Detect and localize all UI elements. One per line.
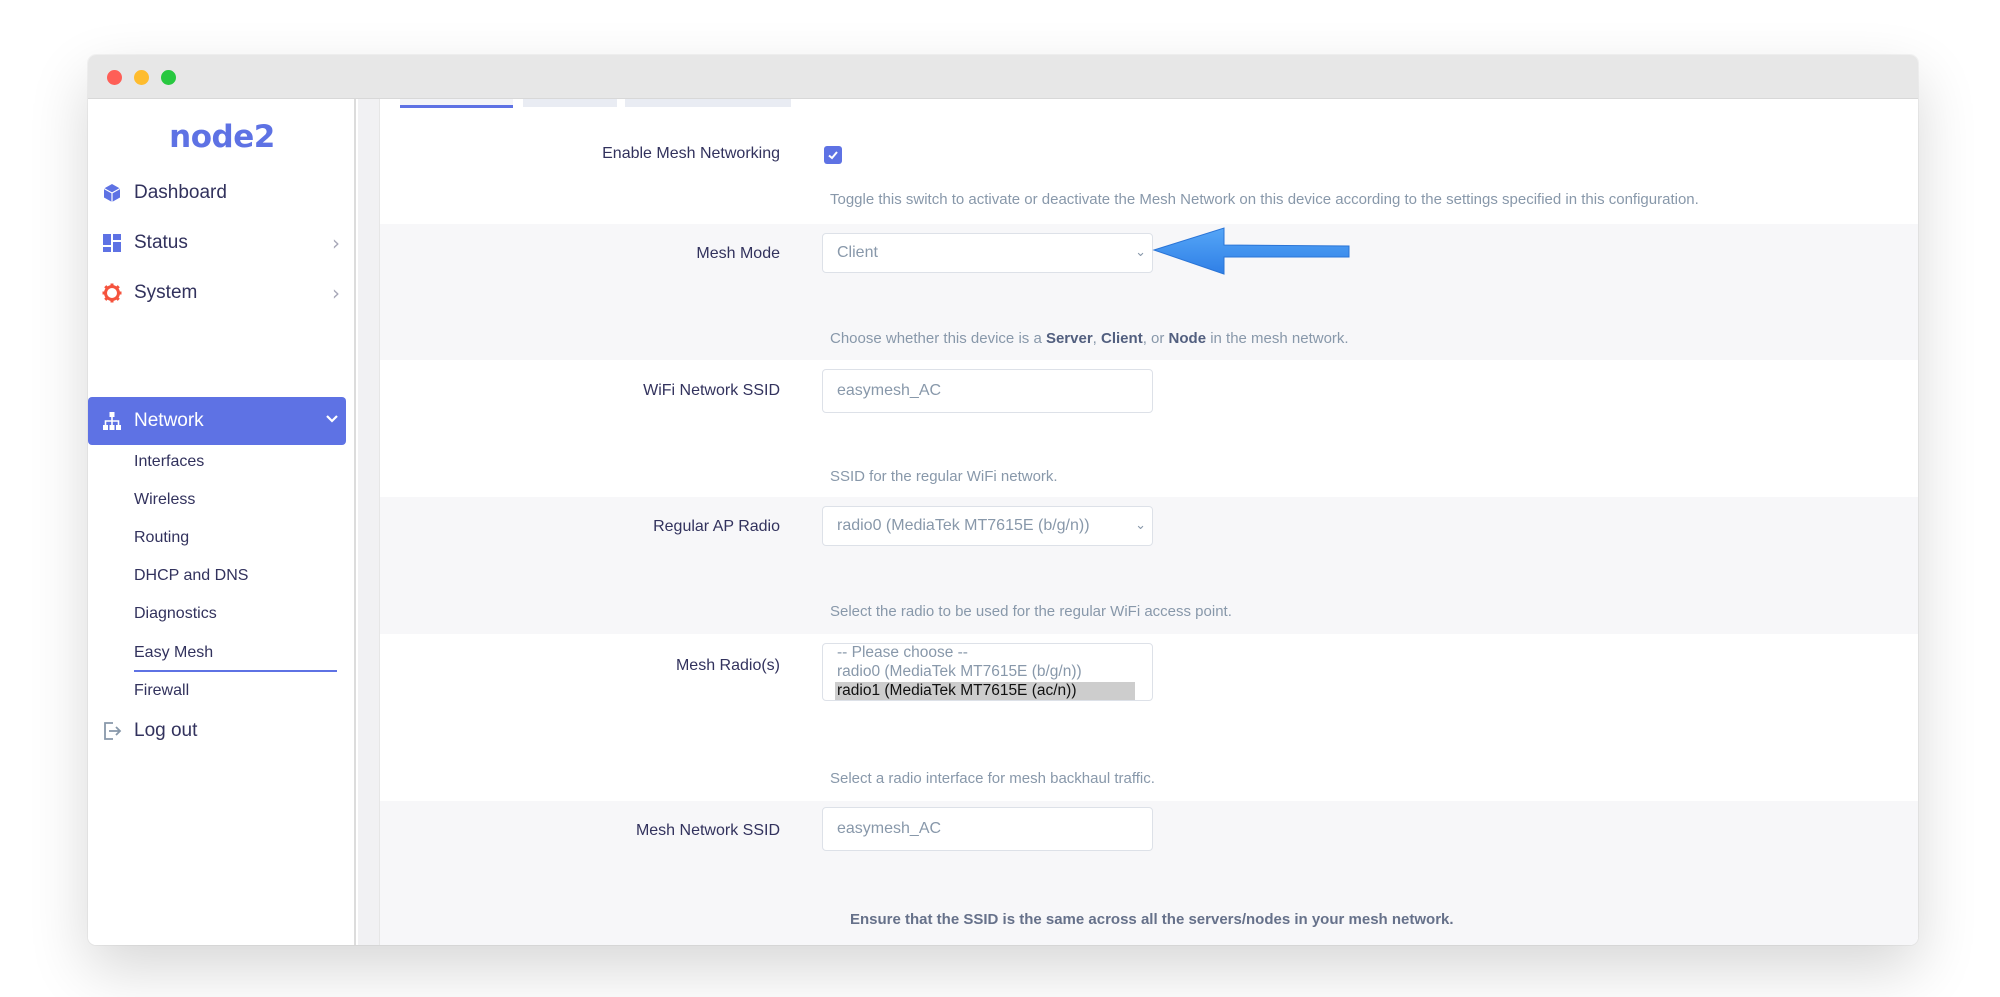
field-description: Choose whether this device is a Server, …: [830, 330, 1349, 347]
subnav-item-wireless[interactable]: Wireless: [134, 491, 195, 509]
subnav-item-interfaces[interactable]: Interfaces: [134, 453, 204, 471]
field-description: Select the radio to be used for the regu…: [830, 603, 1232, 620]
field-note: Ensure that the SSID is the same across …: [850, 911, 1454, 928]
chevron-right-icon: ›: [332, 281, 340, 305]
field-label: WiFi Network SSID: [643, 382, 780, 399]
select-value: radio0 (MediaTek MT7615E (b/g/n)): [837, 517, 1090, 534]
listbox-option[interactable]: -- Please choose --: [837, 644, 968, 662]
logout-button[interactable]: Log out: [88, 707, 346, 755]
sidebar-item-label: Network: [134, 410, 204, 431]
window-titlebar: [88, 55, 1918, 99]
field-description: SSID for the regular WiFi network.: [830, 468, 1058, 485]
sidebar-item-system[interactable]: System ›: [88, 269, 346, 317]
select-value: Client: [837, 244, 878, 261]
content-scroll-gutter[interactable]: [358, 99, 380, 945]
cube-icon: [102, 183, 122, 203]
input-placeholder: easymesh_AC: [837, 820, 942, 837]
sidebar-item-label: Dashboard: [134, 182, 227, 203]
chevron-down-icon: ⌄: [1135, 518, 1146, 533]
form-row-mesh-ssid: Mesh Network SSID easymesh_AC Ensure tha…: [380, 801, 1918, 945]
chevron-right-icon: ›: [332, 231, 340, 255]
tab-general[interactable]: [400, 99, 513, 108]
chevron-down-icon: [324, 407, 340, 431]
sidebar-item-dashboard[interactable]: Dashboard: [88, 169, 346, 217]
app-logo[interactable]: node2: [88, 119, 356, 155]
tab-tertiary[interactable]: [625, 99, 791, 107]
field-label: Mesh Network SSID: [635, 822, 780, 839]
tab-strip: [380, 99, 1918, 109]
mesh-radios-multiselect[interactable]: -- Please choose -- radio0 (MediaTek MT7…: [822, 643, 1153, 701]
tab-secondary[interactable]: [523, 99, 617, 107]
ap-radio-select[interactable]: radio0 (MediaTek MT7615E (b/g/n)) ⌄: [822, 506, 1153, 546]
listbox-option-selected[interactable]: radio1 (MediaTek MT7615E (ac/n)): [835, 682, 1135, 700]
sidebar-item-network[interactable]: Network: [88, 397, 346, 445]
maximize-window-button[interactable]: [161, 70, 176, 85]
wifi-ssid-input[interactable]: easymesh_AC: [822, 369, 1153, 413]
subnav-item-routing[interactable]: Routing: [134, 529, 189, 547]
subnav-item-dhcp-dns[interactable]: DHCP and DNS: [134, 567, 248, 585]
dashboard-grid-icon: [102, 233, 122, 253]
logout-label: Log out: [134, 720, 198, 741]
annotation-arrow-icon: [1152, 227, 1350, 275]
logout-icon: [102, 721, 122, 741]
sidebar-item-status[interactable]: Status ›: [88, 219, 346, 267]
mesh-ssid-input[interactable]: easymesh_AC: [822, 807, 1153, 851]
chevron-down-icon: ⌄: [1135, 245, 1146, 260]
input-placeholder: easymesh_AC: [837, 382, 942, 399]
sidebar-item-label: Status: [134, 232, 188, 253]
enable-mesh-checkbox[interactable]: [824, 146, 842, 164]
main-content: Enable Mesh Networking Toggle this switc…: [380, 99, 1918, 945]
field-label: Mesh Radio(s): [675, 657, 780, 674]
subnav-item-diagnostics[interactable]: Diagnostics: [134, 605, 217, 623]
sidebar: node2 Dashboard Status › System › Networ…: [88, 99, 356, 945]
sidebar-item-label: System: [134, 282, 198, 303]
field-label: Enable Mesh Networking: [602, 145, 780, 162]
minimize-window-button[interactable]: [134, 70, 149, 85]
network-tree-icon: [102, 411, 122, 431]
gear-icon: [102, 283, 122, 303]
browser-window: node2 Dashboard Status › System › Networ…: [88, 55, 1918, 945]
form-row-mesh-mode: Mesh Mode Client ⌄ Choose whether this d…: [380, 224, 1918, 360]
close-window-button[interactable]: [107, 70, 122, 85]
form-row-ap-radio: Regular AP Radio radio0 (MediaTek MT7615…: [380, 497, 1918, 634]
subnav-item-easy-mesh[interactable]: Easy Mesh: [134, 644, 213, 662]
field-description: Select a radio interface for mesh backha…: [830, 770, 1155, 787]
listbox-option[interactable]: radio0 (MediaTek MT7615E (b/g/n)): [837, 663, 1082, 681]
field-label: Mesh Mode: [696, 245, 780, 262]
field-label: Regular AP Radio: [653, 518, 780, 535]
active-subnav-underline: [134, 670, 337, 672]
field-description: Toggle this switch to activate or deacti…: [830, 191, 1699, 208]
form-row-mesh-radios: Mesh Radio(s) -- Please choose -- radio0…: [380, 634, 1918, 801]
subnav-item-firewall[interactable]: Firewall: [134, 682, 189, 700]
mesh-mode-select[interactable]: Client ⌄: [822, 233, 1153, 273]
form-row-enable-mesh: Enable Mesh Networking Toggle this switc…: [380, 109, 1918, 224]
form-row-wifi-ssid: WiFi Network SSID easymesh_AC SSID for t…: [380, 360, 1918, 497]
